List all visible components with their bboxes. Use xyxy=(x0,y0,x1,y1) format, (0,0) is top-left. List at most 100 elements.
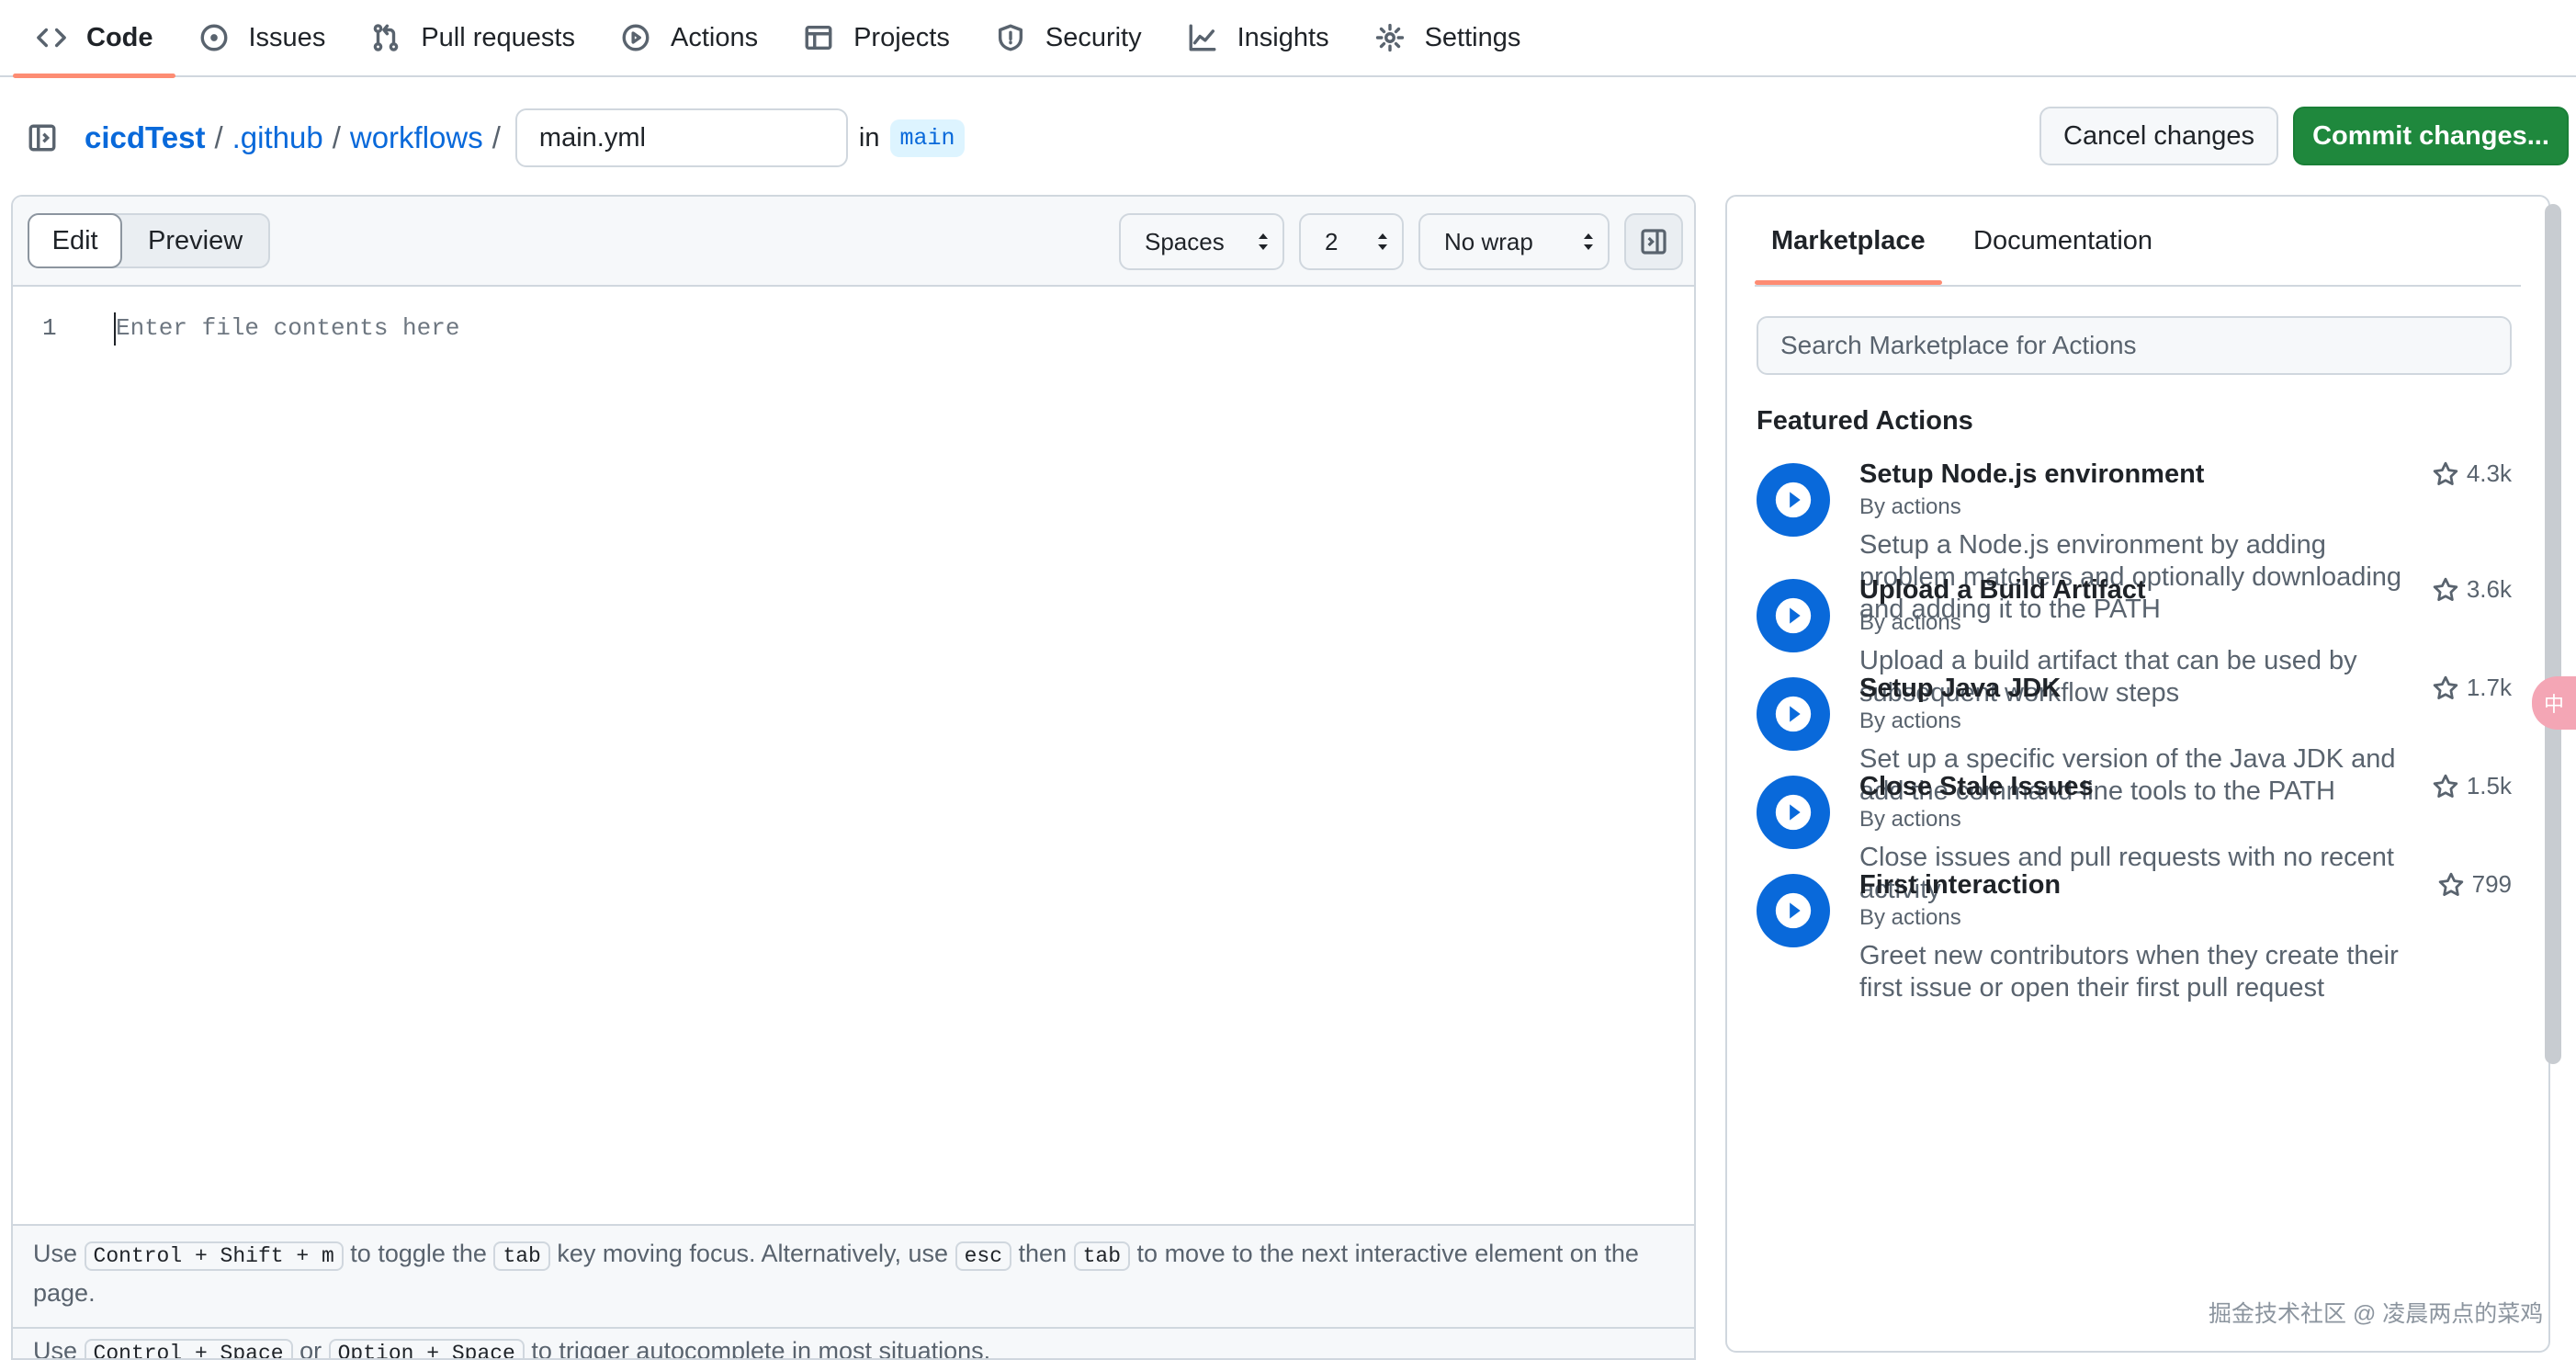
indent-size-select[interactable]: 2 xyxy=(1299,213,1404,270)
action-name[interactable]: Setup Node.js environment xyxy=(1859,459,2204,490)
wrap-mode-value: No wrap xyxy=(1444,227,1533,255)
code-editor-panel: Edit Preview Spaces 2 No wrap 1 Enter fi… xyxy=(11,195,1696,1360)
hint-text: or xyxy=(299,1337,322,1360)
tab-label: Security xyxy=(1045,22,1142,52)
tab-label: Pull requests xyxy=(421,22,575,52)
select-arrows-icon xyxy=(1584,233,1593,250)
tab-edit[interactable]: Edit xyxy=(28,213,123,268)
indent-mode-value: Spaces xyxy=(1145,227,1225,255)
cancel-changes-button[interactable]: Cancel changes xyxy=(2039,107,2278,165)
sidebar-collapse-icon xyxy=(1641,229,1666,255)
hint-text: Use xyxy=(33,1337,78,1360)
play-icon xyxy=(1757,463,1830,537)
repo-nav: Code Issues Pull requests Actions Projec… xyxy=(0,0,2576,78)
indent-mode-select[interactable]: Spaces xyxy=(1119,213,1284,270)
star-count: 799 xyxy=(2471,870,2512,898)
star-icon xyxy=(2433,774,2458,798)
toggle-side-panel-button[interactable] xyxy=(1624,213,1683,270)
select-arrows-icon xyxy=(1378,233,1387,250)
action-name[interactable]: Close Stale Issues xyxy=(1859,772,2094,802)
breadcrumb-repo-link[interactable]: cicdTest xyxy=(85,120,205,155)
hint-text: key moving focus. Alternatively, use xyxy=(557,1240,949,1267)
sidebar-expand-icon xyxy=(28,124,56,152)
tab-settings[interactable]: Settings xyxy=(1351,0,1543,76)
tab-preview[interactable]: Preview xyxy=(122,215,268,266)
focus-hint: Use Control + Shift + m to toggle the ta… xyxy=(33,1235,1668,1311)
tab-marketplace[interactable]: Marketplace xyxy=(1755,197,1942,285)
play-icon xyxy=(1757,579,1830,652)
select-arrows-icon xyxy=(1259,233,1268,250)
tab-label: Actions xyxy=(670,22,759,52)
issue-opened-icon xyxy=(198,21,231,54)
tab-projects[interactable]: Projects xyxy=(780,0,972,76)
star-count: 3.6k xyxy=(2466,575,2512,603)
breadcrumb: cicdTest / .github / workflows / main.ym… xyxy=(85,108,965,167)
tab-insights[interactable]: Insights xyxy=(1164,0,1351,76)
editor-placeholder: Enter file contents here xyxy=(116,314,460,342)
tab-issues[interactable]: Issues xyxy=(175,0,348,76)
star-icon xyxy=(2433,461,2458,485)
action-name[interactable]: Upload a Build Artifact xyxy=(1859,575,2146,606)
action-stars: 1.5k xyxy=(2432,772,2512,800)
play-icon xyxy=(1757,874,1830,947)
git-pull-request-icon xyxy=(369,21,402,54)
action-stars: 4.3k xyxy=(2432,459,2512,488)
breadcrumb-separator: / xyxy=(214,120,223,154)
hint-text: to toggle the xyxy=(350,1240,487,1267)
tab-label: Insights xyxy=(1237,22,1329,52)
play-icon xyxy=(619,21,652,54)
tab-pull-requests[interactable]: Pull requests xyxy=(347,0,597,76)
tab-security[interactable]: Security xyxy=(972,0,1164,76)
shortcut-key: tab xyxy=(493,1241,550,1271)
tab-label: Code xyxy=(86,22,153,52)
side-panel-tabs: Marketplace Documentation xyxy=(1727,197,2548,287)
action-author: By actions xyxy=(1859,494,1961,519)
code-icon xyxy=(35,21,68,54)
filename-input[interactable]: main.yml xyxy=(514,108,848,167)
star-icon xyxy=(2433,675,2458,699)
tab-label: Settings xyxy=(1424,22,1521,52)
hint-text: Use xyxy=(33,1240,78,1267)
action-stars: 799 xyxy=(2437,870,2512,899)
tab-label: Projects xyxy=(853,22,950,52)
action-author: By actions xyxy=(1859,905,1961,930)
watermark: 掘金技术社区 @ 凌晨两点的菜鸡 xyxy=(2209,1301,2544,1327)
star-count: 1.7k xyxy=(2466,674,2512,701)
indent-size-value: 2 xyxy=(1325,227,1339,255)
editor-text-area[interactable]: 1 Enter file contents here xyxy=(13,287,1694,1224)
wrap-mode-select[interactable]: No wrap xyxy=(1418,213,1610,270)
shortcut-key: Control + Shift + m xyxy=(84,1241,344,1271)
shortcut-key: Control + Space xyxy=(84,1339,293,1358)
breadcrumb-separator: / xyxy=(332,120,341,154)
play-icon xyxy=(1757,776,1830,849)
action-name[interactable]: Setup Java JDK xyxy=(1859,674,2061,704)
action-stars: 1.7k xyxy=(2432,674,2512,702)
editor-toolbar: Edit Preview Spaces 2 No wrap xyxy=(13,197,1694,287)
side-panel-scrollbar[interactable] xyxy=(2545,204,2561,1064)
commit-changes-button[interactable]: Commit changes... xyxy=(2293,107,2569,165)
hint-text: to trigger autocomplete in most situatio… xyxy=(531,1337,991,1360)
action-stars: 3.6k xyxy=(2432,575,2512,604)
table-icon xyxy=(802,21,835,54)
shortcut-key: tab xyxy=(1073,1241,1131,1271)
hint-text: then xyxy=(1018,1240,1068,1267)
toggle-file-tree-button[interactable] xyxy=(24,119,61,156)
edit-preview-toggle: Edit Preview xyxy=(28,213,270,268)
marketplace-search-input[interactable]: Search Marketplace for Actions xyxy=(1757,316,2512,375)
action-name[interactable]: First interaction xyxy=(1859,870,2061,901)
star-icon xyxy=(2438,872,2463,896)
breadcrumb-separator: / xyxy=(491,120,501,154)
tab-label: Issues xyxy=(248,22,326,52)
tab-actions[interactable]: Actions xyxy=(597,0,780,76)
translate-badge[interactable]: 中 xyxy=(2532,676,2576,730)
breadcrumb-workflows-dir-link[interactable]: workflows xyxy=(350,120,483,155)
shortcut-key: esc xyxy=(955,1241,1012,1271)
branch-name: main xyxy=(890,119,965,157)
star-count: 1.5k xyxy=(2466,772,2512,799)
keyboard-hints: Use Control + Shift + m to toggle the ta… xyxy=(13,1224,1694,1360)
breadcrumb-github-dir-link[interactable]: .github xyxy=(232,120,323,155)
in-label: in xyxy=(858,122,880,153)
tab-documentation[interactable]: Documentation xyxy=(1973,197,2152,285)
tab-code[interactable]: Code xyxy=(13,0,175,78)
action-author: By actions xyxy=(1859,708,1961,733)
